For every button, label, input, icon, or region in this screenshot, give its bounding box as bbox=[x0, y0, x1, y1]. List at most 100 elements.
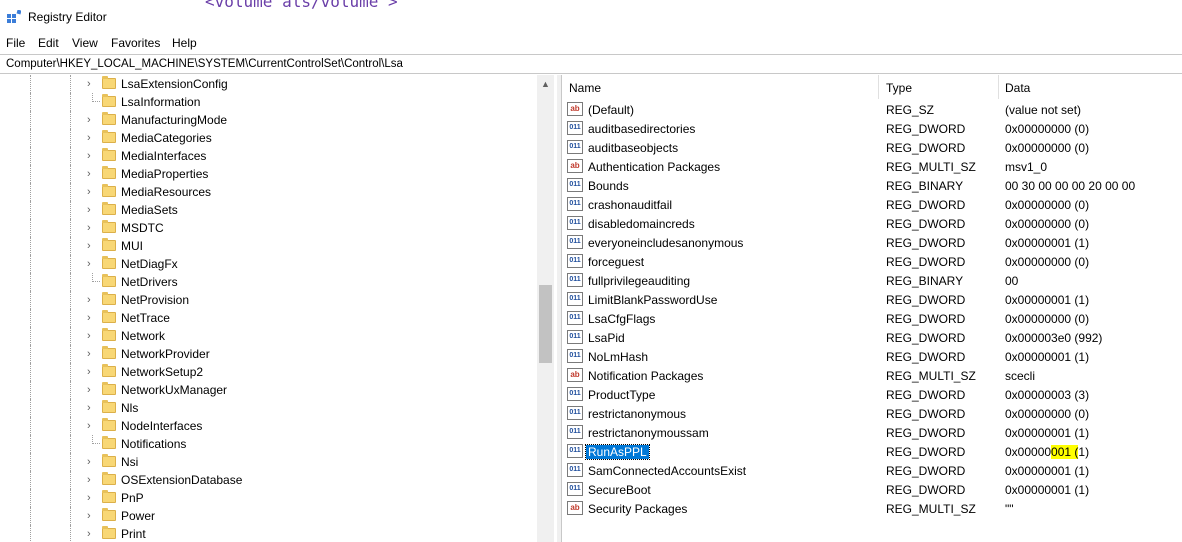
value-row[interactable]: 011 disabledomaincreds REG_DWORD 0x00000000… bbox=[562, 214, 1182, 233]
chevron-right-icon[interactable]: › bbox=[87, 384, 91, 396]
tree-item[interactable]: › LsaExtensionConfig bbox=[0, 75, 537, 93]
value-row[interactable]: 011 restrictanonymous REG_DWORD 0x00000000 … bbox=[562, 404, 1182, 423]
value-row[interactable]: 011 restrictanonymoussam REG_DWORD 0x000000… bbox=[562, 423, 1182, 442]
tree-item[interactable]: › MediaSets bbox=[0, 201, 537, 219]
tree-item[interactable]: › NetworkSetup2 bbox=[0, 363, 537, 381]
chevron-right-icon[interactable]: › bbox=[87, 78, 91, 90]
scroll-up-icon[interactable]: ▲ bbox=[541, 79, 550, 89]
value-row[interactable]: 011 ProductType REG_DWORD 0x00000003 (3) bbox=[562, 385, 1182, 404]
menu-view[interactable]: View bbox=[72, 36, 98, 50]
tree-item[interactable]: › MediaResources bbox=[0, 183, 537, 201]
value-row[interactable]: 011 SecureBoot REG_DWORD 0x00000001 (1) bbox=[562, 480, 1182, 499]
tree-item[interactable]: › MediaProperties bbox=[0, 165, 537, 183]
value-row[interactable]: 011 Bounds REG_BINARY 00 30 00 00 00 20 00 … bbox=[562, 176, 1182, 195]
tree-item[interactable]: › Power bbox=[0, 507, 537, 525]
chevron-right-icon[interactable]: › bbox=[87, 312, 91, 324]
value-name[interactable]: RunAsPPL bbox=[585, 444, 650, 460]
chevron-right-icon[interactable]: › bbox=[87, 402, 91, 414]
column-header-name[interactable]: Name bbox=[562, 75, 878, 99]
value-name[interactable]: LsaPid bbox=[586, 331, 627, 345]
value-name[interactable]: Notification Packages bbox=[586, 369, 705, 383]
value-row[interactable]: 011 auditbaseobjects REG_DWORD 0x00000000 (… bbox=[562, 138, 1182, 157]
chevron-right-icon[interactable]: › bbox=[87, 528, 91, 540]
tree-item[interactable]: › NetworkProvider bbox=[0, 345, 537, 363]
value-row[interactable]: 011 forceguest REG_DWORD 0x00000000 (0) bbox=[562, 252, 1182, 271]
value-name[interactable]: everyoneincludesanonymous bbox=[586, 236, 745, 250]
tree-item[interactable]: › MUI bbox=[0, 237, 537, 255]
value-row[interactable]: 011 fullprivilegeauditing REG_BINARY 00 bbox=[562, 271, 1182, 290]
value-name[interactable]: Bounds bbox=[586, 179, 631, 193]
menu-help[interactable]: Help bbox=[172, 36, 197, 50]
chevron-right-icon[interactable]: › bbox=[87, 294, 91, 306]
tree-item[interactable]: NetDrivers bbox=[0, 273, 537, 291]
chevron-right-icon[interactable]: › bbox=[87, 132, 91, 144]
tree-item[interactable]: › MediaCategories bbox=[0, 129, 537, 147]
tree-item[interactable]: › Nls bbox=[0, 399, 537, 417]
value-name[interactable]: LimitBlankPasswordUse bbox=[586, 293, 719, 307]
chevron-right-icon[interactable]: › bbox=[87, 222, 91, 234]
value-row[interactable]: ab Security Packages REG_MULTI_SZ "" bbox=[562, 499, 1182, 518]
menu-edit[interactable]: Edit bbox=[38, 36, 59, 50]
tree-item[interactable]: › OSExtensionDatabase bbox=[0, 471, 537, 489]
value-row[interactable]: 011 auditbasedirectories REG_DWORD 0x000000… bbox=[562, 119, 1182, 138]
column-header-data[interactable]: Data bbox=[999, 75, 1182, 99]
tree-item[interactable]: › NetworkUxManager bbox=[0, 381, 537, 399]
value-name[interactable]: (Default) bbox=[586, 103, 636, 117]
value-row[interactable]: 011 LsaPid REG_DWORD 0x000003e0 (992) bbox=[562, 328, 1182, 347]
key-tree[interactable]: › LsaExtensionConfig LsaInformation › Manufa… bbox=[0, 75, 537, 542]
tree-item[interactable]: › ManufacturingMode bbox=[0, 111, 537, 129]
value-name[interactable]: SamConnectedAccountsExist bbox=[586, 464, 748, 478]
address-path[interactable]: Computer\HKEY_LOCAL_MACHINE\SYSTEM\Curre… bbox=[6, 58, 403, 70]
chevron-right-icon[interactable]: › bbox=[87, 258, 91, 270]
value-name[interactable]: Authentication Packages bbox=[586, 160, 722, 174]
value-name[interactable]: disabledomaincreds bbox=[586, 217, 697, 231]
chevron-right-icon[interactable]: › bbox=[87, 114, 91, 126]
value-name[interactable]: Security Packages bbox=[586, 502, 689, 516]
chevron-right-icon[interactable]: › bbox=[87, 420, 91, 432]
tree-item[interactable]: › NodeInterfaces bbox=[0, 417, 537, 435]
value-row[interactable]: 011 crashonauditfail REG_DWORD 0x00000000 (… bbox=[562, 195, 1182, 214]
value-row[interactable]: 011 NoLmHash REG_DWORD 0x00000001 (1) bbox=[562, 347, 1182, 366]
tree-item[interactable]: › Print bbox=[0, 525, 537, 542]
value-name[interactable]: crashonauditfail bbox=[586, 198, 674, 212]
chevron-right-icon[interactable]: › bbox=[87, 168, 91, 180]
value-row[interactable]: ab (Default) REG_SZ (value not set) bbox=[562, 100, 1182, 119]
value-name[interactable]: SecureBoot bbox=[586, 483, 653, 497]
chevron-right-icon[interactable]: › bbox=[87, 240, 91, 252]
tree-scrollbar[interactable]: ▲ bbox=[537, 75, 554, 542]
value-row[interactable]: 011 RunAsPPL REG_DWORD 0x00000001 (1) bbox=[562, 442, 1182, 461]
tree-item[interactable]: › Nsi bbox=[0, 453, 537, 471]
chevron-right-icon[interactable]: › bbox=[87, 474, 91, 486]
value-name[interactable]: restrictanonymoussam bbox=[586, 426, 711, 440]
tree-item[interactable]: › Network bbox=[0, 327, 537, 345]
values-list[interactable]: Name Type Data ab (Default) REG_SZ (value n… bbox=[561, 75, 1182, 542]
chevron-right-icon[interactable]: › bbox=[87, 348, 91, 360]
chevron-right-icon[interactable]: › bbox=[87, 186, 91, 198]
tree-item[interactable]: › PnP bbox=[0, 489, 537, 507]
menu-favorites[interactable]: Favorites bbox=[111, 36, 160, 50]
chevron-right-icon[interactable]: › bbox=[87, 510, 91, 522]
value-row[interactable]: ab Notification Packages REG_MULTI_SZ scecl… bbox=[562, 366, 1182, 385]
column-header-type[interactable]: Type bbox=[879, 75, 998, 99]
chevron-right-icon[interactable]: › bbox=[87, 366, 91, 378]
value-name[interactable]: ProductType bbox=[586, 388, 657, 402]
value-name[interactable]: forceguest bbox=[586, 255, 646, 269]
chevron-right-icon[interactable]: › bbox=[87, 330, 91, 342]
tree-item[interactable]: › NetProvision bbox=[0, 291, 537, 309]
value-row[interactable]: 011 SamConnectedAccountsExist REG_DWORD 0x0… bbox=[562, 461, 1182, 480]
value-row[interactable]: 011 everyoneincludesanonymous REG_DWORD 0x0… bbox=[562, 233, 1182, 252]
menu-file[interactable]: File bbox=[6, 36, 25, 50]
value-name[interactable]: auditbaseobjects bbox=[586, 141, 680, 155]
value-name[interactable]: NoLmHash bbox=[586, 350, 650, 364]
value-name[interactable]: restrictanonymous bbox=[586, 407, 688, 421]
value-row[interactable]: 011 LsaCfgFlags REG_DWORD 0x00000000 (0) bbox=[562, 309, 1182, 328]
address-bar[interactable]: Computer\HKEY_LOCAL_MACHINE\SYSTEM\Curre… bbox=[0, 54, 1182, 74]
tree-item[interactable]: › NetDiagFx bbox=[0, 255, 537, 273]
tree-item[interactable]: LsaInformation bbox=[0, 93, 537, 111]
scroll-thumb[interactable] bbox=[539, 285, 552, 363]
tree-item[interactable]: › MediaInterfaces bbox=[0, 147, 537, 165]
chevron-right-icon[interactable]: › bbox=[87, 204, 91, 216]
value-name[interactable]: LsaCfgFlags bbox=[586, 312, 657, 326]
chevron-right-icon[interactable]: › bbox=[87, 456, 91, 468]
value-name[interactable]: auditbasedirectories bbox=[586, 122, 697, 136]
